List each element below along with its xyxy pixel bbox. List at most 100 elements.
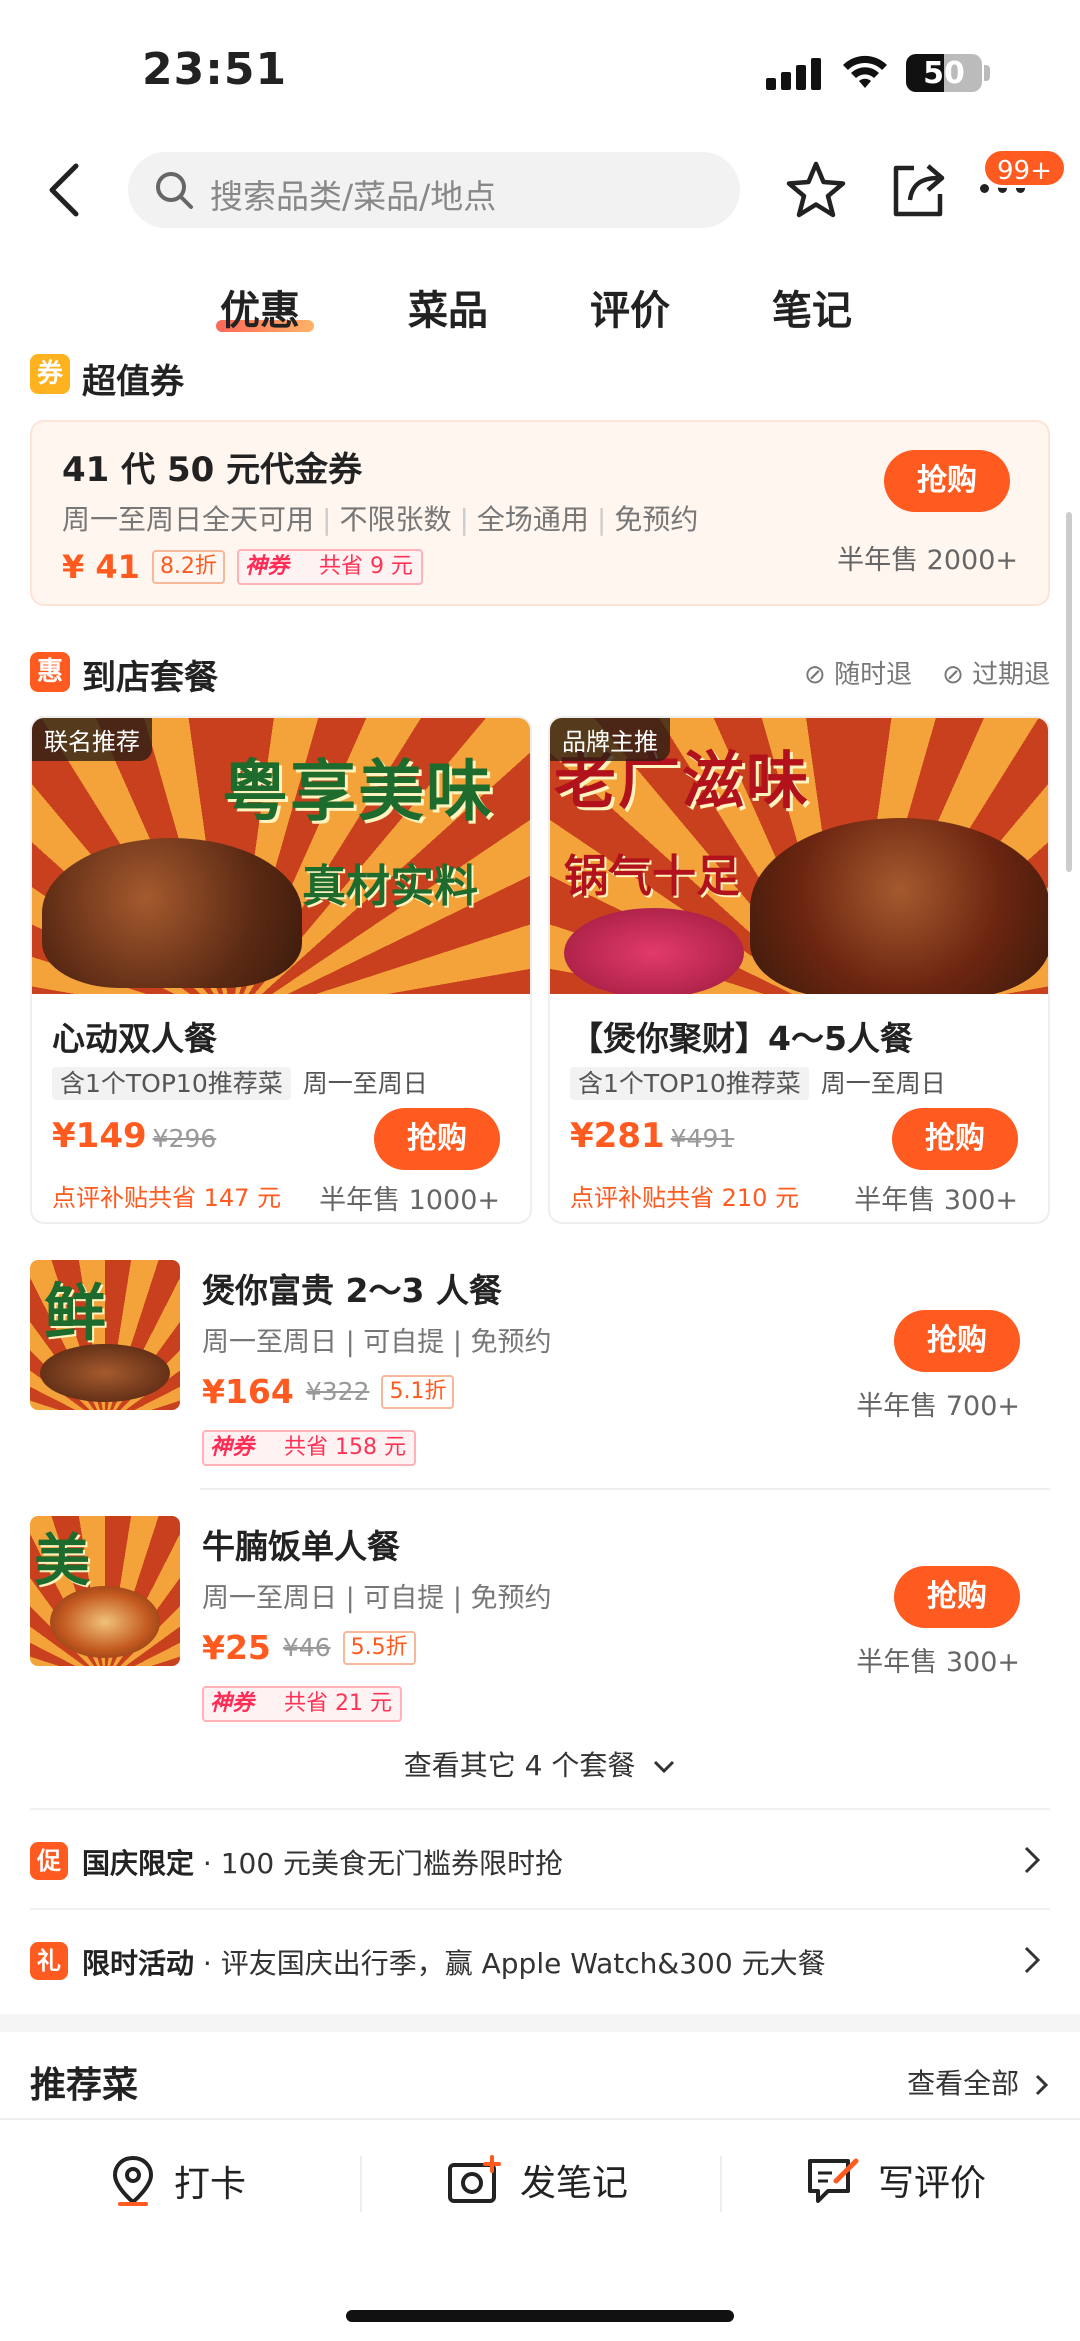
corner-label: 品牌主推 [550, 718, 670, 761]
edit-review-icon [808, 2158, 859, 2203]
package-original-price: ¥322 [305, 1377, 370, 1406]
package-list-item[interactable]: 美 牛腩饭单人餐 周一至周日 | 可自提 | 免预约 ¥25 ¥46 5.5折 神券… [30, 1516, 1050, 1766]
package-title: 煲你富贵 2～3 人餐 [202, 1271, 502, 1310]
package-desc: 周一至周日 | 可自提 | 免预约 [202, 1327, 552, 1358]
refund-anytime: ⊘ 随时退 [804, 654, 912, 691]
voucher-desc-item: 全场通用 [476, 503, 589, 536]
shenquan-tag: 神券 共省 21 元 [202, 1686, 402, 1722]
thumbnail-char: 鲜 [44, 1276, 107, 1349]
food-dish [750, 818, 1048, 994]
checkin-button[interactable]: 打卡 [110, 2154, 246, 2208]
deal-icon: 惠 [30, 652, 70, 692]
discount-tag: 5.1折 [381, 1374, 455, 1409]
chevron-right-icon [1035, 2074, 1049, 2096]
chevron-right-icon [1024, 1846, 1041, 1874]
promo-label: 限时活动 [82, 1947, 195, 1980]
checkin-label: 打卡 [174, 2164, 247, 2205]
check-circle-icon: ⊘ [804, 660, 826, 690]
sold-count: 半年售 1000+ [319, 1185, 500, 1216]
buy-button[interactable]: 抢购 [892, 1108, 1018, 1170]
recommend-title: 推荐菜 [30, 2065, 139, 2106]
scrollbar[interactable] [1066, 512, 1072, 872]
favorite-star-icon[interactable] [785, 160, 847, 222]
food-plate [564, 908, 744, 994]
tab-discounts[interactable]: 优惠 [220, 278, 300, 336]
package-card[interactable]: 老广滋味 锅气十足 品牌主推 【煲你聚财】4～5人餐 含1个TOP10推荐菜 周一… [548, 716, 1050, 1224]
voucher-section-title: 超值券 [82, 362, 184, 402]
divider [200, 1488, 1050, 1490]
wifi-icon [843, 55, 887, 88]
thumbnail-char: 美 [34, 1529, 90, 1594]
food-dish [40, 1344, 170, 1402]
refund-expired: ⊘ 过期退 [942, 654, 1050, 691]
message-badge: 99+ [982, 148, 1067, 188]
package-title: 【煲你聚财】4～5人餐 [570, 1019, 913, 1058]
top10-tag: 含1个TOP10推荐菜 [52, 1067, 291, 1100]
promo-row[interactable]: 礼 限时活动 · 评友国庆出行季，赢 Apple Watch&300 元大餐 [30, 1908, 1050, 2008]
view-all-link[interactable]: 查看全部 [907, 2062, 1050, 2102]
package-card[interactable]: 粤享美味 真材实料 联名推荐 心动双人餐 含1个TOP10推荐菜 周一至周日 ¥1… [30, 716, 532, 1224]
write-review-button[interactable]: 写评价 [806, 2154, 986, 2206]
promo-icon: 礼 [30, 1942, 68, 1980]
battery-icon: 50 [906, 54, 982, 92]
package-price: ¥281 [570, 1116, 665, 1156]
voucher-desc-item: 免预约 [614, 503, 699, 536]
view-more-packages[interactable]: 查看其它 4 个套餐 [0, 1744, 1080, 1784]
refund-anytime-label: 随时退 [834, 660, 913, 690]
tab-reviews[interactable]: 评价 [590, 278, 670, 336]
package-original-price: ¥296 [152, 1124, 217, 1153]
image-subline: 锅气十足 [564, 851, 740, 902]
signal-icon [766, 58, 822, 90]
search-icon [156, 172, 193, 209]
tab-notes[interactable]: 笔记 [772, 278, 852, 336]
promo-text: 限时活动 · 评友国庆出行季，赢 Apple Watch&300 元大餐 [82, 1942, 826, 1982]
home-indicator[interactable] [346, 2310, 734, 2322]
promo-icon: 促 [30, 1842, 68, 1880]
promo-desc: · 100 元美食无门槛券限时抢 [194, 1847, 564, 1880]
package-days: 周一至周日 [820, 1069, 946, 1098]
shenquan-tag: 神券 共省 158 元 [202, 1430, 416, 1466]
discount-tag: 5.5折 [342, 1630, 416, 1665]
sold-count: 半年售 700+ [856, 1391, 1020, 1422]
camera-plus-icon [448, 2155, 501, 2203]
search-input[interactable]: 搜索品类/菜品/地点 [128, 152, 740, 228]
write-review-label: 写评价 [878, 2163, 987, 2204]
package-original-price: ¥491 [670, 1124, 735, 1153]
buy-button[interactable]: 抢购 [374, 1108, 500, 1170]
package-tags: 含1个TOP10推荐菜 周一至周日 [52, 1064, 428, 1100]
package-price-row: ¥164 ¥322 5.1折 [202, 1372, 455, 1411]
search-placeholder: 搜索品类/菜品/地点 [210, 177, 497, 216]
back-icon[interactable] [40, 160, 90, 220]
package-tags: 含1个TOP10推荐菜 周一至周日 [570, 1064, 946, 1100]
buy-button[interactable]: 抢购 [894, 1566, 1020, 1628]
tab-dishes[interactable]: 菜品 [408, 278, 488, 336]
voucher-card[interactable]: 41 代 50 元代金券 周一至周日全天可用 | 不限张数 | 全场通用 | 免预约 ¥ 4… [30, 420, 1050, 606]
voucher-price: ¥ 41 [62, 548, 140, 586]
buy-button[interactable]: 抢购 [894, 1310, 1020, 1372]
package-original-price: ¥46 [282, 1633, 331, 1662]
sold-count: 半年售 300+ [856, 1647, 1020, 1678]
subsidy-text: 点评补贴共省 147 元 [52, 1184, 282, 1212]
post-note-button[interactable]: 发笔记 [446, 2154, 628, 2206]
share-icon[interactable] [888, 158, 948, 220]
food-dish [42, 838, 302, 988]
promo-desc: · 评友国庆出行季，赢 Apple Watch&300 元大餐 [194, 1947, 826, 1980]
shenquan-save: 共省 9 元 [318, 554, 413, 579]
package-title: 心动双人餐 [52, 1019, 217, 1058]
shenquan-brand: 神券 [244, 554, 289, 579]
voucher-desc-item: 周一至周日全天可用 [62, 503, 315, 536]
package-list-item[interactable]: 鲜 煲你富贵 2～3 人餐 周一至周日 | 可自提 | 免预约 ¥164 ¥322… [30, 1260, 1050, 1510]
sold-count: 半年售 300+ [854, 1185, 1018, 1216]
package-thumbnail: 美 [30, 1516, 180, 1666]
package-price-row: ¥149 ¥296 [52, 1116, 216, 1156]
post-note-label: 发笔记 [520, 2163, 629, 2204]
divider [360, 2156, 362, 2212]
buy-button[interactable]: 抢购 [884, 450, 1010, 512]
section-separator [0, 2014, 1080, 2032]
corner-label: 联名推荐 [32, 718, 152, 761]
refund-policy: ⊘ 随时退 ⊘ 过期退 [804, 654, 1050, 691]
bottom-action-bar: 打卡 发笔记 写评价 [0, 2118, 1080, 2248]
package-title: 牛腩饭单人餐 [202, 1527, 400, 1566]
promo-row[interactable]: 促 国庆限定 · 100 元美食无门槛券限时抢 [30, 1808, 1050, 1908]
status-time: 23:51 [142, 44, 288, 95]
